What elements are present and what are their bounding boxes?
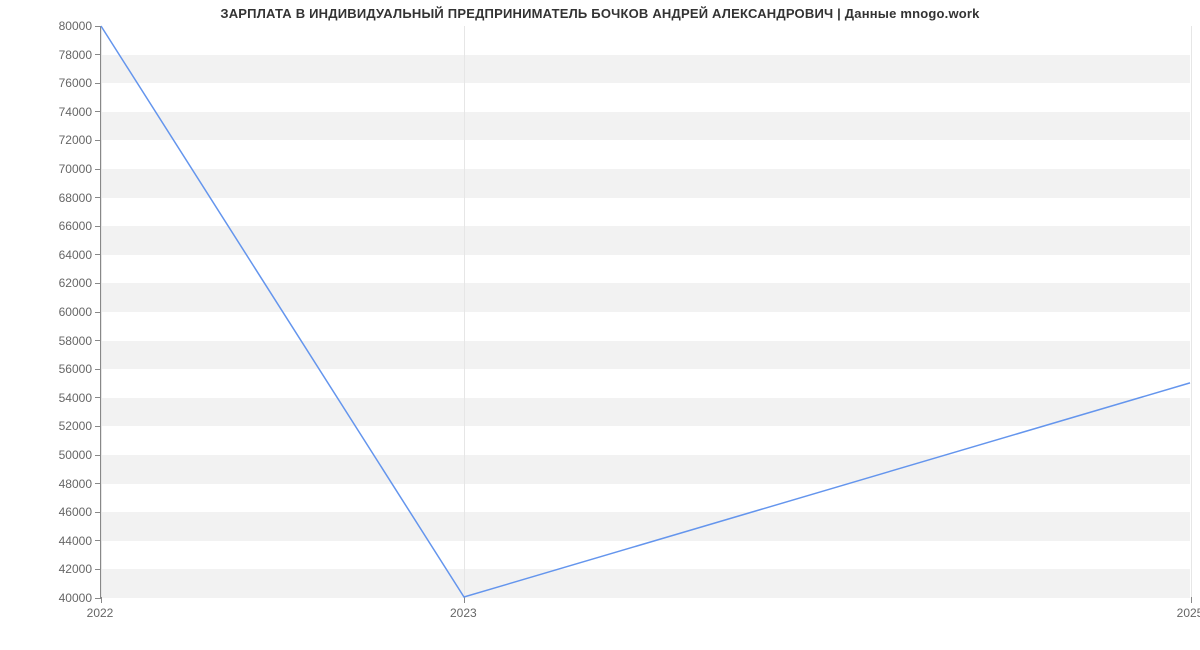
x-tick: [1191, 597, 1192, 603]
y-axis-tick-label: 48000: [59, 477, 92, 491]
y-axis-tick-label: 52000: [59, 419, 92, 433]
x-axis-tick-label: 2025: [1177, 606, 1200, 620]
data-line: [101, 26, 1190, 597]
y-axis-tick-label: 66000: [59, 219, 92, 233]
x-axis-labels: 202220232025: [100, 600, 1190, 630]
y-axis-tick-label: 56000: [59, 362, 92, 376]
y-axis-tick-label: 70000: [59, 162, 92, 176]
y-axis-tick-label: 60000: [59, 305, 92, 319]
x-axis-tick-label: 2023: [450, 606, 477, 620]
y-axis-tick-label: 72000: [59, 133, 92, 147]
y-axis-tick-label: 76000: [59, 76, 92, 90]
y-axis-tick-label: 46000: [59, 505, 92, 519]
chart-title: ЗАРПЛАТА В ИНДИВИДУАЛЬНЫЙ ПРЕДПРИНИМАТЕЛ…: [0, 6, 1200, 21]
y-axis-tick-label: 62000: [59, 276, 92, 290]
y-axis-labels: 4000042000440004600048000500005200054000…: [0, 26, 92, 598]
y-axis-tick-label: 58000: [59, 334, 92, 348]
y-axis-tick-label: 50000: [59, 448, 92, 462]
x-axis-tick-label: 2022: [87, 606, 114, 620]
y-axis-tick-label: 64000: [59, 248, 92, 262]
y-axis-tick-label: 54000: [59, 391, 92, 405]
y-axis-tick-label: 80000: [59, 19, 92, 33]
y-axis-tick-label: 68000: [59, 191, 92, 205]
y-axis-tick-label: 42000: [59, 562, 92, 576]
line-series: [101, 26, 1190, 597]
y-axis-tick-label: 78000: [59, 48, 92, 62]
y-axis-tick-label: 40000: [59, 591, 92, 605]
x-gridline: [1191, 26, 1192, 597]
y-axis-tick-label: 44000: [59, 534, 92, 548]
chart-container: ЗАРПЛАТА В ИНДИВИДУАЛЬНЫЙ ПРЕДПРИНИМАТЕЛ…: [0, 0, 1200, 650]
plot-area: [100, 26, 1190, 598]
y-axis-tick-label: 74000: [59, 105, 92, 119]
